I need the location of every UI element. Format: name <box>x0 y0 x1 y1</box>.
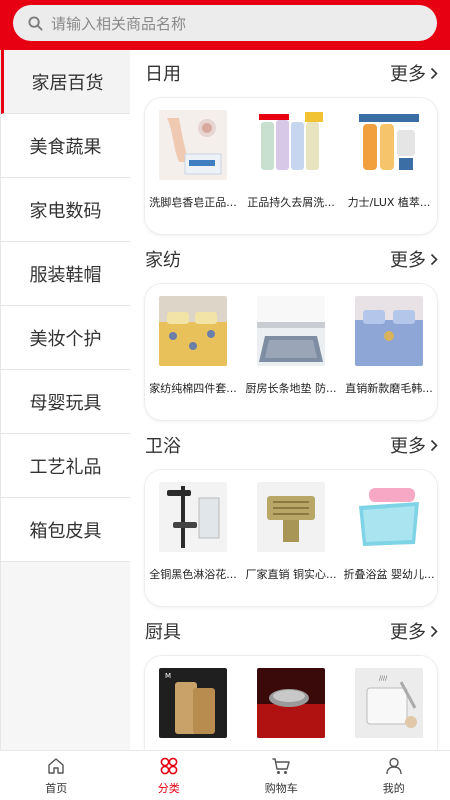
section-title: 卫浴 <box>145 436 181 457</box>
product-name: 厨房长条地垫 防... <box>245 382 337 395</box>
category-content: 日用 更多 洗脚皂香皂正品... 正品持久去屑洗... 力士/LUX 植萃... <box>130 50 450 750</box>
product-item[interactable]: 厂家直销 铜实心... <box>244 482 338 582</box>
chevron-right-icon <box>430 67 438 80</box>
svg-text:////: //// <box>379 675 388 682</box>
product-name: 折叠浴盆 婴幼儿... <box>343 568 435 581</box>
section-title: 厨具 <box>145 622 181 643</box>
category-icon <box>158 755 180 777</box>
tab-label: 我的 <box>382 782 405 795</box>
product-item[interactable]: 家纺纯棉四件套... <box>146 296 240 396</box>
tab-label: 首页 <box>45 782 68 795</box>
sidebar-item-bags[interactable]: 箱包皮具 <box>1 498 131 562</box>
product-item[interactable]: 厨房长条地垫 防... <box>244 296 338 396</box>
product-card: M //// <box>144 655 438 750</box>
product-name: 洗脚皂香皂正品... <box>149 196 237 209</box>
product-name: 直销新款磨毛韩... <box>345 382 433 395</box>
product-item[interactable]: 正品持久去屑洗... <box>244 110 338 210</box>
more-link[interactable]: 更多 <box>390 246 438 272</box>
more-link[interactable]: 更多 <box>390 432 438 458</box>
sidebar-item-apparel[interactable]: 服装鞋帽 <box>1 242 131 306</box>
tab-mine[interactable]: 我的 <box>338 751 450 800</box>
more-label: 更多 <box>390 622 426 643</box>
sidebar-item-home-goods[interactable]: 家居百货 <box>1 50 131 114</box>
product-name: 正品持久去屑洗... <box>247 196 335 209</box>
product-item[interactable]: 全铜黑色淋浴花... <box>146 482 240 582</box>
more-label: 更多 <box>390 250 426 271</box>
product-image <box>257 482 325 552</box>
search-icon <box>27 15 43 31</box>
section-title: 家纺 <box>145 250 181 271</box>
more-link[interactable]: 更多 <box>390 618 438 644</box>
product-item[interactable]: 力士/LUX 植萃... <box>342 110 436 210</box>
product-name: 家纺纯棉四件套... <box>149 382 237 395</box>
product-name: 力士/LUX 植萃... <box>347 196 431 209</box>
product-card: 全铜黑色淋浴花... 厂家直销 铜实心... 折叠浴盆 婴幼儿... <box>144 469 438 607</box>
chevron-right-icon <box>430 625 438 638</box>
product-image <box>159 296 227 366</box>
tab-category[interactable]: 分类 <box>113 751 226 800</box>
product-item[interactable]: 洗脚皂香皂正品... <box>146 110 240 210</box>
tab-cart[interactable]: 购物车 <box>225 751 338 800</box>
section-bath: 卫浴 更多 <box>130 422 450 468</box>
product-name: 全铜黑色淋浴花... <box>149 568 237 581</box>
cart-icon <box>270 755 292 777</box>
product-item[interactable]: M <box>146 668 240 750</box>
product-image <box>355 296 423 366</box>
sidebar-item-crafts[interactable]: 工艺礼品 <box>1 434 131 498</box>
home-icon <box>45 755 67 777</box>
product-item[interactable]: 直销新款磨毛韩... <box>342 296 436 396</box>
section-title: 日用 <box>145 64 181 85</box>
tab-label: 购物车 <box>264 782 298 795</box>
chevron-right-icon <box>430 439 438 452</box>
more-link[interactable]: 更多 <box>390 60 438 86</box>
sidebar-item-baby-toys[interactable]: 母婴玩具 <box>1 370 131 434</box>
product-item[interactable]: 折叠浴盆 婴幼儿... <box>342 482 436 582</box>
product-image <box>257 668 325 738</box>
product-image: M <box>159 668 227 738</box>
section-kitchenware: 厨具 更多 <box>130 608 450 654</box>
product-card: 家纺纯棉四件套... 厨房长条地垫 防... 直销新款磨毛韩... <box>144 283 438 421</box>
sidebar-item-electronics[interactable]: 家电数码 <box>1 178 131 242</box>
section-daily: 日用 更多 <box>130 50 450 96</box>
product-image: //// <box>355 668 423 738</box>
category-sidebar: 家居百货 美食蔬果 家电数码 服装鞋帽 美妆个护 母婴玩具 工艺礼品 箱包皮具 <box>0 50 131 750</box>
product-image <box>355 110 423 180</box>
more-label: 更多 <box>390 64 426 85</box>
product-item[interactable] <box>244 668 338 750</box>
section-textiles: 家纺 更多 <box>130 236 450 282</box>
tab-home[interactable]: 首页 <box>0 751 113 800</box>
svg-text:M: M <box>165 672 171 680</box>
tab-label: 分类 <box>157 782 180 795</box>
product-image <box>257 296 325 366</box>
product-card: 洗脚皂香皂正品... 正品持久去屑洗... 力士/LUX 植萃... <box>144 97 438 235</box>
product-item[interactable]: //// <box>342 668 436 750</box>
search-input[interactable]: 请输入相关商品名称 <box>51 13 186 34</box>
product-image <box>159 110 227 180</box>
product-image <box>159 482 227 552</box>
bottom-tab-bar: 首页 分类 购物车 我的 <box>0 750 450 800</box>
product-name: 厂家直销 铜实心... <box>245 568 337 581</box>
user-icon <box>383 755 405 777</box>
product-image <box>355 482 423 552</box>
more-label: 更多 <box>390 436 426 457</box>
search-bar[interactable]: 请输入相关商品名称 <box>13 5 437 41</box>
product-image <box>257 110 325 180</box>
sidebar-item-food[interactable]: 美食蔬果 <box>1 114 131 178</box>
sidebar-item-beauty[interactable]: 美妆个护 <box>1 306 131 370</box>
top-bar: 请输入相关商品名称 <box>0 0 450 50</box>
chevron-right-icon <box>430 253 438 266</box>
